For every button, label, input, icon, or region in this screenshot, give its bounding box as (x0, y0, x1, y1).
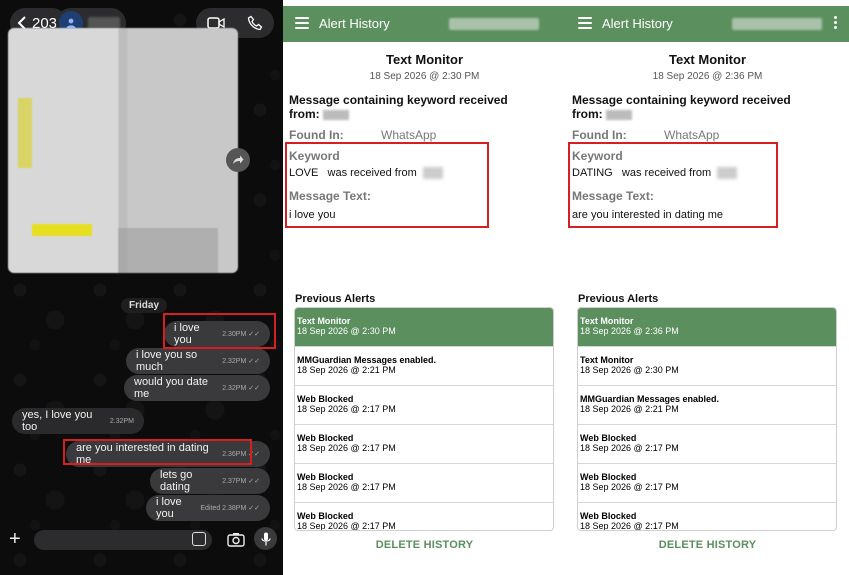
alert-history-screen: Alert History Text Monitor 18 Sep 2026 @… (566, 0, 849, 575)
chat-message[interactable]: i love you Edited 2.38PM ✓✓ (146, 495, 270, 521)
message-time: 2.37PM ✓✓ (222, 478, 260, 485)
alert-row[interactable]: Web Blocked 18 Sep 2026 @ 2:17 PM (295, 503, 553, 530)
read-receipt-icon: ✓✓ (248, 505, 260, 512)
alert-title: Text Monitor (668, 52, 747, 67)
forward-button[interactable] (226, 148, 250, 172)
message-text: i love you (156, 496, 182, 520)
message-text: would you date me (134, 376, 208, 400)
delete-history-button[interactable]: DELETE HISTORY (566, 539, 849, 551)
device-name-redacted (732, 18, 822, 30)
message-input[interactable] (34, 530, 212, 550)
message-time: 2.32PM (109, 417, 134, 425)
device-name-redacted (449, 18, 539, 30)
app-title: Alert History (602, 16, 673, 31)
alert-title: Text Monitor (385, 52, 464, 67)
sender-redacted (323, 109, 350, 120)
alert-heading: Message containing keyword received from… (289, 93, 508, 121)
microphone-icon (260, 532, 271, 545)
chat-message[interactable]: yes, I love you too 2.32PM (12, 408, 144, 434)
highlight-box (568, 142, 778, 228)
phone-icon[interactable] (247, 15, 263, 31)
app-title: Alert History (319, 16, 390, 31)
alert-history-screen: Alert History Text Monitor 18 Sep 2026 @… (283, 0, 566, 575)
highlight-box (163, 313, 276, 349)
alert-row[interactable]: MMGuardian Messages enabled. 18 Sep 2026 … (295, 347, 553, 386)
alert-row[interactable]: Text Monitor 18 Sep 2026 @ 2:30 PM (295, 308, 553, 347)
chat-screen: 203 Friday i love you 2.30PM ✓✓ i love y… (0, 0, 283, 575)
alert-date: 18 Sep 2026 @ 2:30 PM (369, 71, 480, 82)
found-in-value: WhatsApp (664, 128, 720, 142)
sender-redacted (606, 109, 633, 120)
microphone-button[interactable] (254, 527, 277, 550)
found-in-label: Found In: (289, 128, 344, 142)
alert-row[interactable]: Web Blocked 18 Sep 2026 @ 2:17 PM (295, 386, 553, 425)
read-receipt-icon: ✓✓ (248, 385, 260, 392)
message-time: Edited 2.38PM ✓✓ (200, 505, 260, 512)
menu-icon[interactable] (578, 17, 592, 29)
message-text: yes, I love you too (22, 409, 93, 433)
composer-bar: + (0, 527, 283, 553)
previous-alerts-label: Previous Alerts (295, 293, 376, 305)
found-in-value: WhatsApp (381, 128, 437, 142)
forward-icon (233, 155, 244, 164)
message-time: 2.32PM ✓✓ (222, 385, 260, 392)
previous-alerts-list[interactable]: Text Monitor 18 Sep 2026 @ 2:30 PM MMGuar… (294, 307, 554, 531)
chat-message[interactable]: i love you so much 2.32PM ✓✓ (126, 348, 270, 374)
highlight-box (63, 439, 252, 465)
chat-message[interactable]: would you date me 2.32PM ✓✓ (124, 375, 270, 401)
menu-icon[interactable] (295, 17, 309, 29)
alert-row[interactable]: Web Blocked 18 Sep 2026 @ 2:17 PM (295, 464, 553, 503)
previous-alerts-label: Previous Alerts (578, 293, 659, 305)
read-receipt-icon: ✓✓ (248, 358, 260, 365)
alert-date: 18 Sep 2026 @ 2:36 PM (652, 71, 763, 82)
date-divider: Friday (121, 298, 168, 313)
alert-row[interactable]: Web Blocked 18 Sep 2026 @ 2:17 PM (578, 425, 836, 464)
shared-image-redacted[interactable] (8, 28, 238, 273)
alert-row[interactable]: Web Blocked 18 Sep 2026 @ 2:17 PM (295, 425, 553, 464)
alert-heading: Message containing keyword received from… (572, 93, 791, 121)
delete-history-button[interactable]: DELETE HISTORY (283, 539, 566, 551)
message-text: lets go dating (160, 469, 193, 493)
previous-alerts-list[interactable]: Text Monitor 18 Sep 2026 @ 2:36 PM Text M… (577, 307, 837, 531)
sticker-icon[interactable] (192, 532, 206, 546)
app-bar: Alert History (283, 6, 566, 42)
alert-row[interactable]: Web Blocked 18 Sep 2026 @ 2:17 PM (578, 464, 836, 503)
alert-row[interactable]: Text Monitor 18 Sep 2026 @ 2:36 PM (578, 308, 836, 347)
alert-row[interactable]: Text Monitor 18 Sep 2026 @ 2:30 PM (578, 347, 836, 386)
alert-row[interactable]: Web Blocked 18 Sep 2026 @ 2:17 PM (578, 503, 836, 530)
read-receipt-icon: ✓✓ (248, 478, 260, 485)
alert-row[interactable]: MMGuardian Messages enabled. 18 Sep 2026 … (578, 386, 836, 425)
found-in-label: Found In: (572, 128, 627, 142)
plus-icon[interactable]: + (9, 529, 21, 549)
app-bar: Alert History (566, 6, 849, 42)
message-text: i love you so much (136, 349, 198, 373)
highlight-box (285, 142, 489, 228)
more-options-icon[interactable] (834, 16, 837, 29)
message-time: 2.32PM ✓✓ (222, 358, 260, 365)
camera-icon[interactable] (227, 532, 245, 547)
chat-message[interactable]: lets go dating 2.37PM ✓✓ (150, 468, 270, 494)
